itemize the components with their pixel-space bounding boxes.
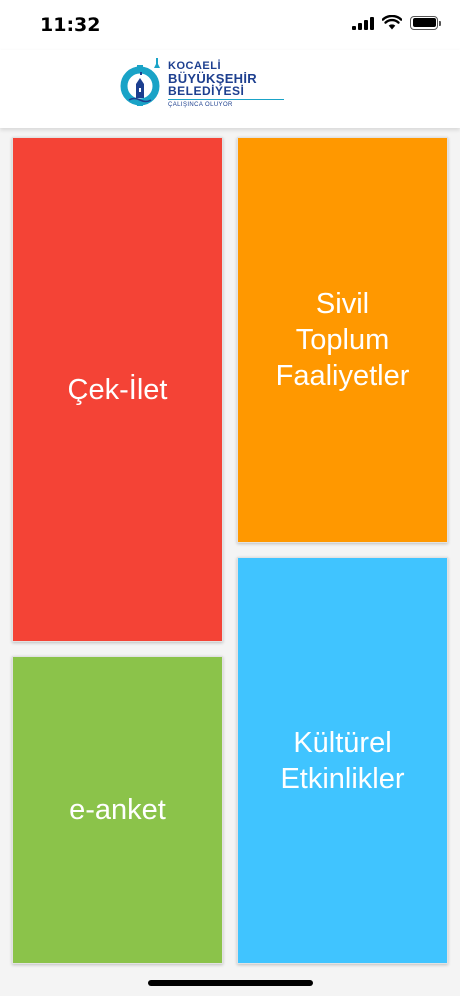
screen: 11:32 KOCAELİ BÜYÜKŞEHİR BELEDİYESİ ÇALI… xyxy=(0,0,460,996)
logo-slogan: ÇALIŞINCA OLUYOR xyxy=(168,102,233,108)
tile-cek-ilet-label: Çek-İlet xyxy=(67,373,168,406)
logo-text: KOCAELİ BÜYÜKŞEHİR BELEDİYESİ ÇALIŞINCA … xyxy=(168,60,284,109)
app-header: KOCAELİ BÜYÜKŞEHİR BELEDİYESİ ÇALIŞINCA … xyxy=(0,50,460,128)
tile-kulturel-label: Kültürel Etkinlikler xyxy=(280,726,405,795)
status-icons xyxy=(352,15,441,30)
battery-icon xyxy=(410,15,441,30)
status-time: 11:32 xyxy=(40,14,101,36)
status-bar: 11:32 xyxy=(0,0,460,50)
logo-divider xyxy=(168,99,284,100)
tile-cek-ilet[interactable]: Çek-İlet xyxy=(12,137,223,642)
logo-line-belediyesi: BELEDİYESİ xyxy=(168,84,245,98)
signal-icon xyxy=(352,16,374,30)
municipality-emblem-icon xyxy=(120,58,160,106)
tile-e-anket-label: e-anket xyxy=(69,794,166,826)
battery-fill xyxy=(412,18,436,27)
tile-e-anket[interactable]: e-anket xyxy=(12,656,223,964)
tile-sivil-toplum-faaliyetler[interactable]: Sivil Toplum Faaliyetler xyxy=(237,137,448,543)
wifi-icon xyxy=(382,15,402,30)
kocaeli-logo: KOCAELİ BÜYÜKŞEHİR BELEDİYESİ ÇALIŞINCA … xyxy=(118,52,293,114)
tile-kulturel-etkinlikler[interactable]: Kültürel Etkinlikler xyxy=(237,557,448,964)
home-indicator[interactable] xyxy=(148,980,313,986)
tile-sivil-toplum-label: Sivil Toplum Faaliyetler xyxy=(275,288,410,392)
